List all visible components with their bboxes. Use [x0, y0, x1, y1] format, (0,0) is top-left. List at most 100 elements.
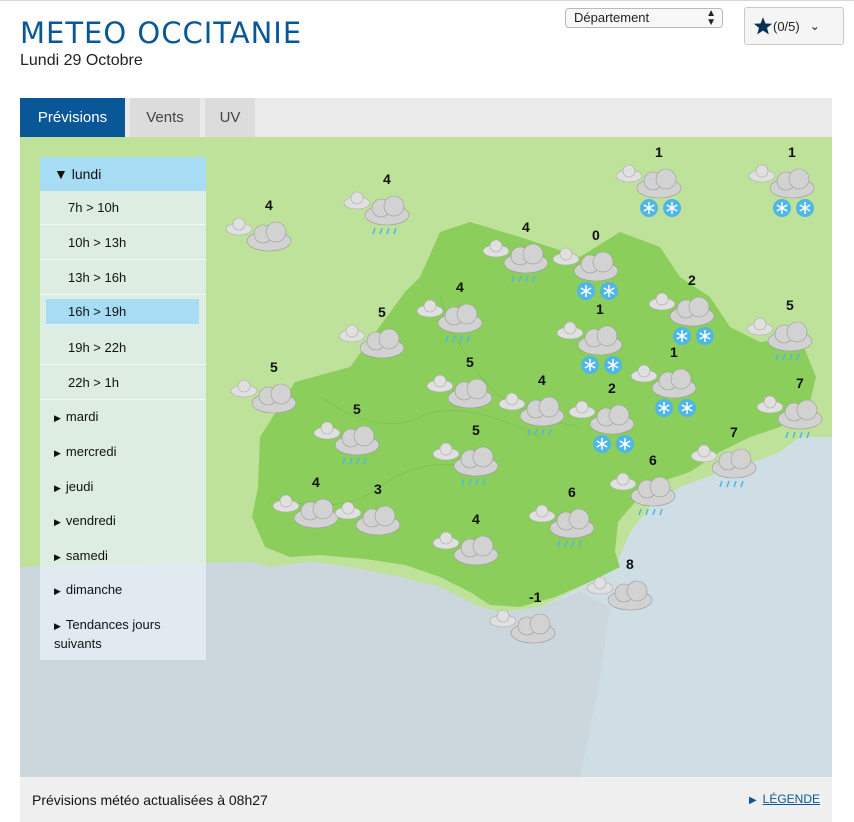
cloud-icon	[586, 576, 653, 611]
triangle-right-icon: ▶	[54, 483, 61, 493]
forecast-temp: 0	[592, 227, 600, 243]
forecast-temp: 5	[472, 422, 480, 438]
slot-19h-22h[interactable]: 19h > 22h	[40, 331, 206, 365]
forecast-temp: 4	[383, 171, 391, 187]
forecast-temp: 4	[265, 197, 273, 213]
tab-previsions[interactable]: Prévisions	[20, 98, 125, 137]
legend-link-label: LÉGENDE	[762, 792, 820, 806]
rain-cloud-icon	[528, 504, 595, 548]
weather-map: ▼ lundi 7h > 10h 10h > 13h 13h > 16h 16h…	[20, 137, 832, 777]
forecast-temp: 6	[649, 452, 657, 468]
snow-cloud-icon	[648, 292, 715, 345]
chevron-down-icon: ⌄	[809, 19, 820, 33]
cloud-icon	[230, 379, 297, 414]
triangle-down-icon: ▼	[54, 166, 68, 182]
day-samedi-label: samedi	[65, 548, 108, 563]
forecast-temp: 8	[626, 556, 634, 572]
day-tendances-label: Tendances jours suivants	[54, 617, 161, 651]
day-tendances[interactable]: ▶ Tendances jours suivants	[40, 616, 206, 652]
tab-vents[interactable]: Vents	[130, 98, 200, 137]
triangle-right-icon: ▶	[54, 413, 61, 423]
forecast-temp: 7	[730, 424, 738, 440]
legend-link[interactable]: ▶ LÉGENDE	[749, 792, 820, 806]
forecast-temp: 7	[796, 375, 804, 391]
forecast-temp: 2	[688, 272, 696, 288]
day-jeudi-label: jeudi	[65, 479, 94, 494]
day-mercredi[interactable]: ▶ mercredi	[40, 443, 206, 462]
slot-13h-16h[interactable]: 13h > 16h	[40, 261, 206, 295]
cloud-icon	[334, 501, 401, 536]
tab-uv[interactable]: UV	[205, 98, 255, 137]
rain-cloud-icon	[756, 395, 823, 439]
day-panel: ▼ lundi 7h > 10h 10h > 13h 13h > 16h 16h…	[40, 157, 206, 660]
cloud-icon	[338, 324, 405, 359]
forecast-temp: 2	[608, 380, 616, 396]
rain-cloud-icon	[432, 442, 499, 486]
forecast-temp: 1	[596, 301, 604, 317]
day-lundi-label: lundi	[71, 166, 102, 182]
triangle-right-icon: ▶	[54, 517, 61, 527]
rain-cloud-icon	[690, 444, 757, 488]
snow-cloud-icon	[552, 247, 619, 300]
day-lundi[interactable]: ▼ lundi	[40, 157, 206, 191]
snow-cloud-icon	[630, 364, 697, 417]
tab-bar: Prévisions Vents UV	[20, 98, 832, 137]
forecast-temp: 4	[522, 219, 530, 235]
day-mercredi-label: mercredi	[65, 444, 117, 459]
snow-cloud-icon	[568, 400, 635, 453]
forecast-temp: 1	[655, 144, 663, 160]
slot-22h-1h[interactable]: 22h > 1h	[40, 366, 206, 400]
triangle-right-icon: ▶	[54, 448, 61, 458]
rain-cloud-icon	[498, 392, 565, 436]
triangle-right-icon: ▶	[54, 586, 61, 596]
day-vendredi[interactable]: ▶ vendredi	[40, 512, 206, 531]
forecast-temp: 4	[456, 279, 464, 295]
rain-cloud-icon	[746, 317, 813, 361]
forecast-temp: 5	[270, 359, 278, 375]
cloud-icon	[426, 374, 493, 409]
favorites-button[interactable]: (0/5) ⌄	[744, 7, 844, 45]
forecast-temp: 5	[353, 401, 361, 417]
rain-cloud-icon	[416, 299, 483, 343]
forecast-temp: 5	[466, 354, 474, 370]
rain-cloud-icon	[609, 472, 676, 516]
cloud-icon	[272, 494, 339, 529]
day-jeudi[interactable]: ▶ jeudi	[40, 478, 206, 497]
forecast-temp: 4	[538, 372, 546, 388]
snow-cloud-icon	[556, 321, 623, 374]
forecast-temp: 6	[568, 484, 576, 500]
select-arrows-icon: ▲ ▼	[706, 8, 716, 28]
forecast-temp: 4	[472, 511, 480, 527]
top-border	[0, 0, 854, 1]
forecast-temp: 3	[374, 481, 382, 497]
cloud-icon	[489, 609, 556, 644]
footer-bar: Prévisions météo actualisées à 08h27 ▶ LÉ…	[20, 777, 832, 822]
department-select-label: Département	[574, 10, 650, 25]
day-samedi[interactable]: ▶ samedi	[40, 547, 206, 566]
day-dimanche[interactable]: ▶ dimanche	[40, 581, 206, 600]
forecast-temp: 5	[378, 304, 386, 320]
forecast-temp: 1	[670, 344, 678, 360]
rain-cloud-icon	[482, 239, 549, 283]
slot-10h-13h[interactable]: 10h > 13h	[40, 226, 206, 260]
forecast-temp: 5	[786, 297, 794, 313]
page-title: METEO OCCITANIE	[20, 16, 303, 50]
slot-16h-19h[interactable]: 16h > 19h	[46, 299, 199, 325]
day-dimanche-label: dimanche	[65, 582, 123, 597]
star-icon	[753, 17, 773, 35]
rain-cloud-icon	[343, 191, 410, 235]
page-date: Lundi 29 Octobre	[20, 52, 143, 69]
day-mardi[interactable]: ▶ mardi	[40, 408, 206, 427]
forecast-temp: 1	[788, 144, 796, 160]
snow-cloud-icon	[748, 164, 815, 217]
cloud-icon	[225, 217, 292, 252]
department-select[interactable]: Département ▲ ▼	[565, 8, 723, 28]
snow-cloud-icon	[615, 164, 682, 217]
rain-cloud-icon	[313, 421, 380, 465]
day-mardi-label: mardi	[65, 409, 99, 424]
cloud-icon	[432, 531, 499, 566]
triangle-right-icon: ▶	[748, 795, 757, 806]
triangle-right-icon: ▶	[54, 552, 61, 562]
favorites-count: (0/5)	[773, 18, 800, 34]
slot-7h-10h[interactable]: 7h > 10h	[40, 191, 206, 225]
